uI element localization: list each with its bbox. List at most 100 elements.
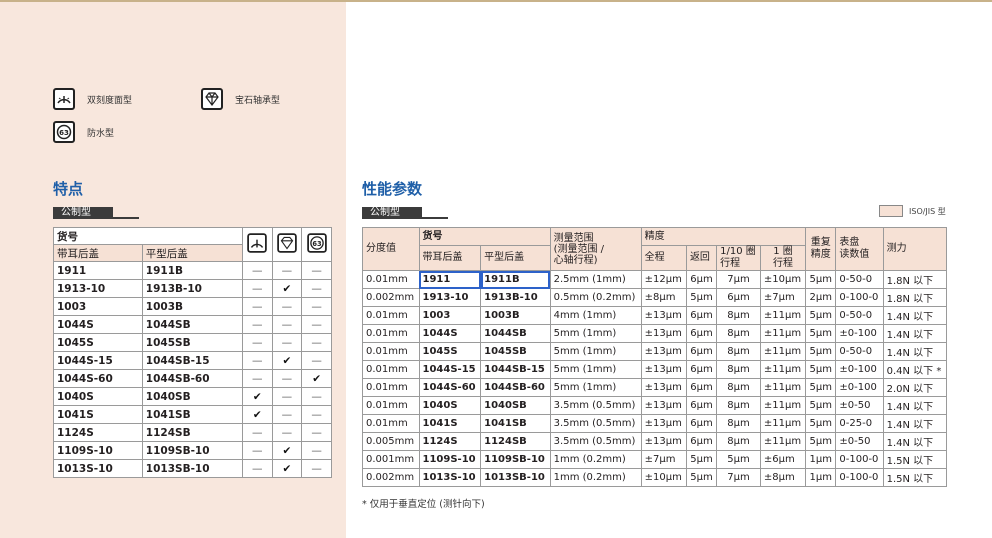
feature-cell-water: — [301, 297, 332, 316]
table-row: 0.01mm 1911 1911B 2.5mm (1mm) ±12μm 6μm 7μm ±10… [362, 270, 948, 289]
spec-cell-flat: 1044SB-15 [480, 360, 551, 379]
spec-cell-lug: 1124S [418, 432, 482, 451]
iso-jis-swatch [879, 205, 903, 217]
spec-cell-tenth: 8μm [716, 432, 761, 451]
spec-cell-one: ±8μm [759, 468, 807, 487]
specs-graduation-header: 分度值 [362, 227, 420, 271]
features-waterproof-header: 63 [301, 227, 332, 262]
spec-cell-grad: 0.01mm [362, 306, 420, 325]
spec-cell-tenth: 7μm [716, 270, 761, 289]
spec-cell-repeat: 5μm [805, 324, 837, 343]
svg-text:63: 63 [59, 129, 69, 137]
iso-jis-label: ISO/JIS 型 [909, 206, 946, 216]
spec-cell-one: ±11μm [759, 324, 807, 343]
feature-cell-jewel: — [271, 387, 303, 406]
feature-cell-flat: 1045SB [141, 333, 243, 352]
spec-cell-force: 2.0N 以下 [882, 378, 948, 397]
dual-scale-icon [247, 233, 267, 253]
spec-cell-flat: 1044SB-60 [480, 378, 551, 397]
feature-cell-jewel: ✔ [271, 459, 303, 478]
spec-cell-total: ±13μm [640, 342, 687, 361]
spec-cell-grad: 0.005mm [362, 432, 420, 451]
table-row: 0.01mm 1044S-60 1044SB-60 5mm (1mm) ±13μm 6μm… [362, 378, 948, 397]
spec-cell-grad: 0.002mm [362, 468, 420, 487]
spec-cell-tenth: 8μm [716, 306, 761, 325]
specs-tenth-header: 1/10 圈 行程 [716, 245, 761, 271]
iso-jis-legend: ISO/JIS 型 [879, 205, 946, 217]
spec-cell-dial: 0-50-0 [835, 342, 884, 361]
feature-cell-jewel: — [271, 261, 303, 280]
legend-waterproof-label: 防水型 [87, 128, 115, 139]
spec-cell-lug: 1109S-10 [418, 450, 482, 469]
table-row: 0.01mm 1045S 1045SB 5mm (1mm) ±13μm 6μm 8μm ±11… [362, 342, 948, 361]
top-rule [0, 0, 992, 2]
spec-cell-dial: ±0-50 [835, 432, 884, 451]
spec-cell-total: ±13μm [640, 360, 687, 379]
feature-cell-water: ✔ [301, 369, 332, 388]
table-row: 1045S 1045SB — — — [53, 333, 332, 352]
spec-cell-dial: ±0-100 [835, 360, 884, 379]
feature-cell-lug: 1109S-10 [53, 441, 143, 460]
spec-cell-flat: 1041SB [480, 414, 551, 433]
feature-cell-jewel: — [271, 405, 303, 424]
diamond-icon [201, 88, 223, 110]
feature-cell-flat: 1044SB-60 [141, 369, 243, 388]
feature-cell-water: — [301, 315, 332, 334]
feature-cell-jewel: — [271, 297, 303, 316]
spec-cell-tenth: 7μm [716, 468, 761, 487]
spec-cell-flat: 1124SB [480, 432, 551, 451]
spec-cell-total: ±13μm [640, 324, 687, 343]
specs-heading: 性能参数 [362, 180, 423, 198]
features-lug-header: 带耳后盖 [53, 244, 143, 262]
table-row: 0.005mm 1124S 1124SB 3.5mm (0.5mm) ±13μm 6μm 8… [362, 432, 948, 451]
spec-cell-tenth: 8μm [716, 414, 761, 433]
spec-cell-grad: 0.01mm [362, 396, 420, 415]
spec-cell-flat[interactable]: 1911B [480, 270, 551, 289]
table-row: 1913-10 1913B-10— ✔ — [53, 279, 332, 298]
spec-cell-total: ±10μm [640, 468, 687, 487]
spec-cell-lug: 1040S [418, 396, 482, 415]
spec-cell-lug: 1003 [418, 306, 482, 325]
spec-cell-flat: 1013SB-10 [480, 468, 551, 487]
feature-cell-flat: 1013SB-10 [141, 459, 243, 478]
spec-cell-range: 5mm (1mm) [549, 378, 642, 397]
specs-one-header: 1 圈 行程 [759, 245, 807, 271]
spec-cell-tenth: 6μm [716, 288, 761, 307]
feature-cell-water: — [301, 405, 332, 424]
spec-cell-lug[interactable]: 1911 [418, 270, 482, 289]
spec-cell-flat: 1045SB [480, 342, 551, 361]
spec-cell-force: 1.4N 以下 [882, 342, 948, 361]
table-row: 0.002mm 1013S-10 1013SB-10 1mm (0.2mm) ±10μm… [362, 468, 948, 487]
spec-cell-total: ±7μm [640, 450, 687, 469]
spec-cell-tenth: 8μm [716, 324, 761, 343]
spec-cell-dial: 0-50-0 [835, 270, 884, 289]
footnote: * 仅用于垂直定位 (测针向下) [362, 499, 485, 510]
spec-cell-range: 0.5mm (0.2mm) [549, 288, 642, 307]
table-row: 0.01mm 1044S 1044SB 5mm (1mm) ±13μm 6μm 8μm ±11… [362, 324, 948, 343]
spec-cell-range: 1mm (0.2mm) [549, 468, 642, 487]
table-row: 1109S-10 1109SB-10— ✔ — [53, 441, 332, 460]
feature-cell-jewel: — [271, 333, 303, 352]
spec-cell-dial: ±0-100 [835, 378, 884, 397]
spec-cell-tenth: 8μm [716, 378, 761, 397]
spec-cell-repeat: 5μm [805, 432, 837, 451]
feature-cell-dual: — [241, 333, 273, 352]
table-row: 1013S-10 1013SB-10— ✔ — [53, 459, 332, 478]
table-row: 1041S 1041SB ✔ — — [53, 405, 332, 424]
spec-cell-force: 1.4N 以下 [882, 396, 948, 415]
dual-scale-icon [53, 88, 75, 110]
spec-cell-total: ±8μm [640, 288, 687, 307]
diamond-icon [277, 233, 297, 253]
table-row: 1040S 1040SB ✔ — — [53, 387, 332, 406]
spec-cell-force: 0.4N 以下 * [882, 360, 948, 379]
spec-cell-lug: 1045S [418, 342, 482, 361]
spec-cell-flat: 1913B-10 [480, 288, 551, 307]
feature-cell-jewel: — [271, 315, 303, 334]
spec-cell-grad: 0.01mm [362, 360, 420, 379]
specs-force-header: 测力 [882, 227, 948, 271]
spec-cell-retrace: 5μm [685, 468, 718, 487]
specs-total-header: 全程 [640, 245, 687, 271]
spec-cell-retrace: 6μm [685, 378, 718, 397]
feature-cell-flat: 1911B [141, 261, 243, 280]
spec-cell-one: ±7μm [759, 288, 807, 307]
